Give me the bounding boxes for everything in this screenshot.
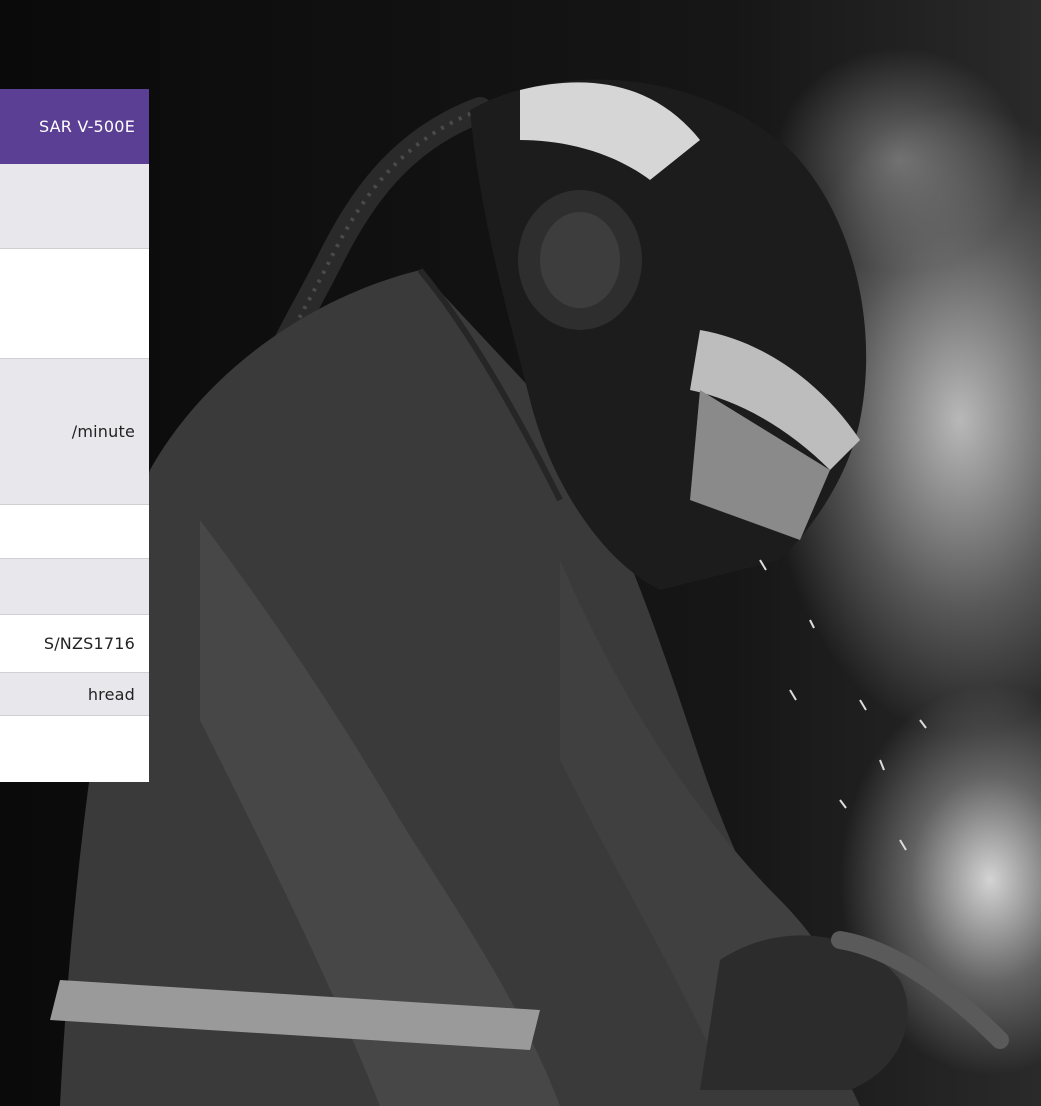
table-cell (0, 504, 149, 559)
table-cell (0, 558, 149, 615)
welder-photo (0, 0, 1041, 1106)
table-cell: hread (0, 672, 149, 716)
table-row: /minute (0, 358, 149, 505)
spec-table-header-row: SAR V-500E (0, 89, 149, 164)
table-row: S/NZS1716 (0, 614, 149, 673)
table-cell (0, 248, 149, 359)
table-row: hread (0, 672, 149, 716)
spec-table-header: SAR V-500E (0, 89, 149, 164)
table-row (0, 164, 149, 249)
table-cell (0, 715, 149, 770)
spec-table-panel: SAR V-500E /minute S/NZS1716 hread (0, 89, 149, 782)
spec-table: SAR V-500E /minute S/NZS1716 hread (0, 89, 149, 770)
table-cell: /minute (0, 358, 149, 505)
table-row (0, 715, 149, 770)
table-row (0, 504, 149, 559)
welder-illustration (50, 79, 1009, 1106)
table-row (0, 248, 149, 359)
table-cell (0, 164, 149, 249)
table-cell: S/NZS1716 (0, 614, 149, 673)
table-row (0, 558, 149, 615)
